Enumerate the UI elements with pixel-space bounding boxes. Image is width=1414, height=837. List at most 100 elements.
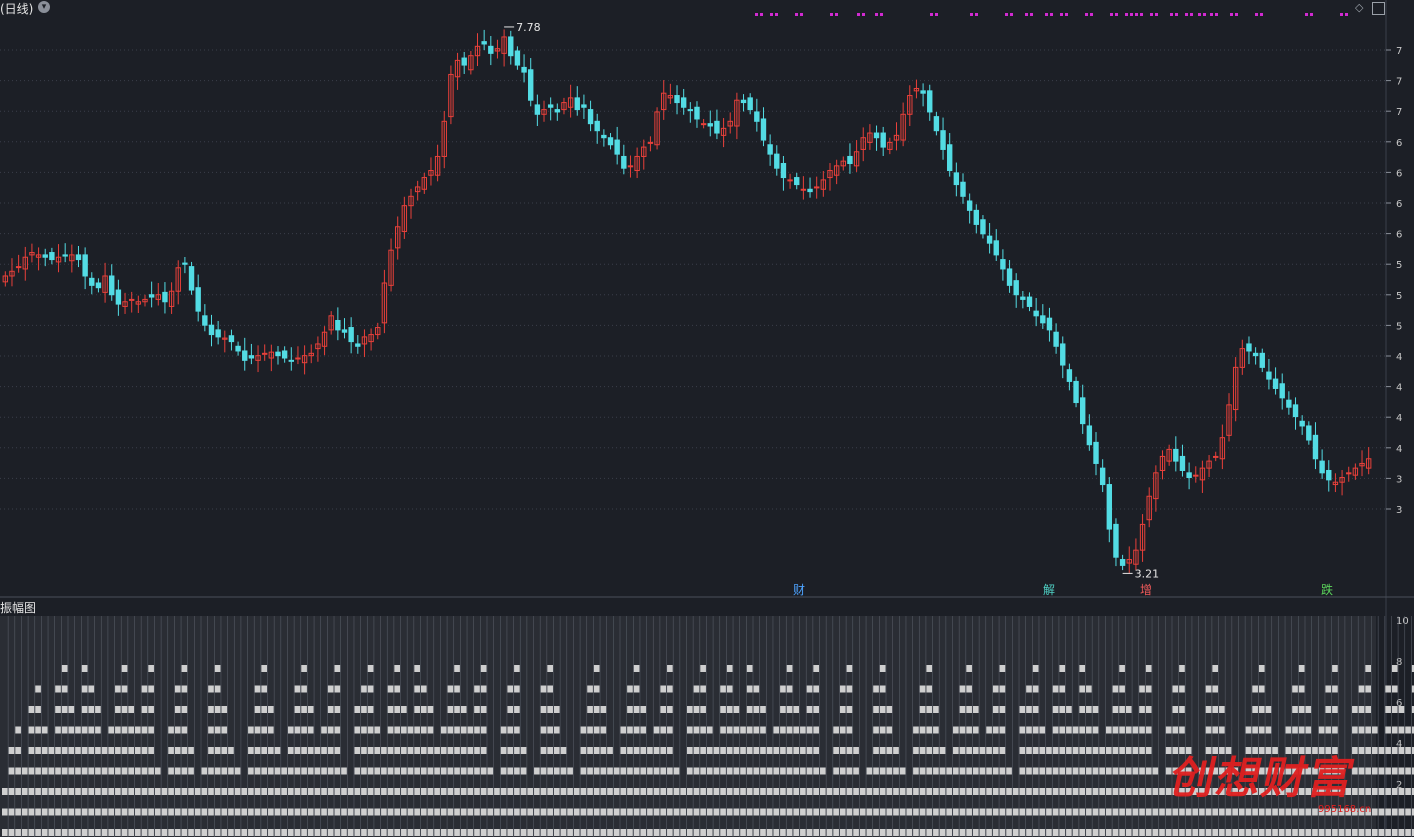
amplitude-bar xyxy=(1298,665,1305,672)
amplitude-bar xyxy=(55,726,61,734)
amplitude-bar xyxy=(321,808,327,816)
amplitude-bar xyxy=(726,747,733,754)
amplitude-bar xyxy=(414,808,420,816)
amplitude-bar xyxy=(500,788,507,795)
amplitude-bar xyxy=(1285,829,1292,836)
amplitude-bar xyxy=(587,706,593,713)
amplitude-bar xyxy=(307,808,314,816)
amplitude-bar xyxy=(720,767,726,775)
amplitude-bar xyxy=(121,726,128,734)
amplitude-bar xyxy=(394,726,401,734)
amplitude-bar xyxy=(381,788,387,795)
signal-marker xyxy=(1203,13,1206,16)
amplitude-bar xyxy=(1026,767,1032,775)
amplitude-bar xyxy=(407,808,414,816)
amplitude-bar xyxy=(647,767,653,775)
amplitude-bar xyxy=(959,706,966,713)
amplitude-bar xyxy=(148,788,154,795)
amplitude-bar xyxy=(786,788,793,795)
amplitude-bar xyxy=(1372,808,1378,816)
candle-body xyxy=(1346,472,1352,475)
signal-marker xyxy=(795,13,798,16)
diamond-icon[interactable]: ◇ xyxy=(1355,1,1363,14)
amplitude-bar xyxy=(879,829,886,836)
amplitude-bar xyxy=(1119,829,1125,836)
amplitude-bar xyxy=(1372,788,1378,795)
period-dropdown-icon[interactable]: ▾ xyxy=(38,1,50,13)
amplitude-bar xyxy=(474,829,480,836)
amplitude-bar xyxy=(294,747,301,754)
candle-body xyxy=(109,275,115,296)
amplitude-bar xyxy=(1079,685,1086,693)
amplitude-bar xyxy=(753,685,760,693)
signal-marker xyxy=(1025,13,1028,16)
amplitude-bar xyxy=(301,788,307,795)
amplitude-bar xyxy=(367,747,374,754)
amplitude-bar xyxy=(228,808,234,816)
amplitude-bar xyxy=(1265,726,1272,734)
amplitude-bar xyxy=(946,767,953,775)
amplitude-bar xyxy=(467,829,474,836)
amplitude-bar xyxy=(926,706,933,713)
amplitude-bar xyxy=(420,706,427,713)
amplitude-bar xyxy=(494,788,500,795)
y-tick-label: 5 xyxy=(1396,291,1402,302)
amplitude-bar xyxy=(1298,726,1305,734)
amplitude-bar xyxy=(500,829,507,836)
amplitude-bar xyxy=(381,767,387,775)
amplitude-bar xyxy=(746,706,753,713)
amplitude-bar xyxy=(387,829,394,836)
amplitude-bar xyxy=(514,767,520,775)
candle-body xyxy=(208,324,215,336)
amplitude-bar xyxy=(381,829,387,836)
amplitude-bar xyxy=(181,808,188,816)
y-tick-label: 6 xyxy=(1396,199,1402,210)
amplitude-bar xyxy=(1391,788,1398,795)
amplitude-bar xyxy=(334,788,341,795)
amplitude-bar xyxy=(55,829,61,836)
amplitude-bar xyxy=(420,726,427,734)
amplitude-bar xyxy=(1026,706,1032,713)
amplitude-bar xyxy=(1119,685,1125,693)
amplitude-bar xyxy=(1139,685,1145,693)
amplitude-bar xyxy=(81,767,88,775)
candle-body xyxy=(993,240,999,256)
amplitude-bar xyxy=(653,726,660,734)
amplitude-bar xyxy=(387,726,394,734)
amplitude-bar xyxy=(660,808,667,816)
amplitude-bar xyxy=(1105,788,1112,795)
amplitude-bar xyxy=(966,706,972,713)
amplitude-bar xyxy=(361,767,367,775)
amplitude-bar xyxy=(580,829,587,836)
candle-body xyxy=(953,172,960,186)
amplitude-bar xyxy=(1046,808,1052,816)
amplitude-bar xyxy=(700,747,706,754)
amplitude-bar xyxy=(254,685,261,693)
amplitude-bar xyxy=(55,747,61,754)
amplitude-bar xyxy=(1052,726,1059,734)
amplitude-bar xyxy=(1192,808,1199,816)
amplitude-bar xyxy=(1052,808,1059,816)
amplitude-bar xyxy=(726,726,733,734)
amplitude-bar xyxy=(161,829,168,836)
candle-body xyxy=(614,139,620,155)
amplitude-bar xyxy=(640,808,647,816)
amplitude-bar xyxy=(966,665,972,672)
amplitude-bar xyxy=(1391,767,1398,775)
amplitude-bar xyxy=(1225,829,1232,836)
amplitude-bar xyxy=(274,767,281,775)
amplitude-bar xyxy=(926,726,933,734)
amplitude-bar xyxy=(1159,829,1165,836)
amplitude-bar xyxy=(1099,788,1105,795)
amplitude-bar xyxy=(374,747,381,754)
amplitude-bar xyxy=(474,747,480,754)
amplitude-bar xyxy=(879,767,886,775)
amplitude-bar xyxy=(627,808,633,816)
amplitude-bar xyxy=(101,747,108,754)
amplitude-bar xyxy=(1305,726,1312,734)
maximize-icon[interactable] xyxy=(1372,2,1385,15)
amplitude-bar xyxy=(1086,685,1092,693)
amplitude-bar xyxy=(287,788,294,795)
amplitude-bar xyxy=(480,706,487,713)
period-label[interactable]: (日线) xyxy=(0,0,33,17)
